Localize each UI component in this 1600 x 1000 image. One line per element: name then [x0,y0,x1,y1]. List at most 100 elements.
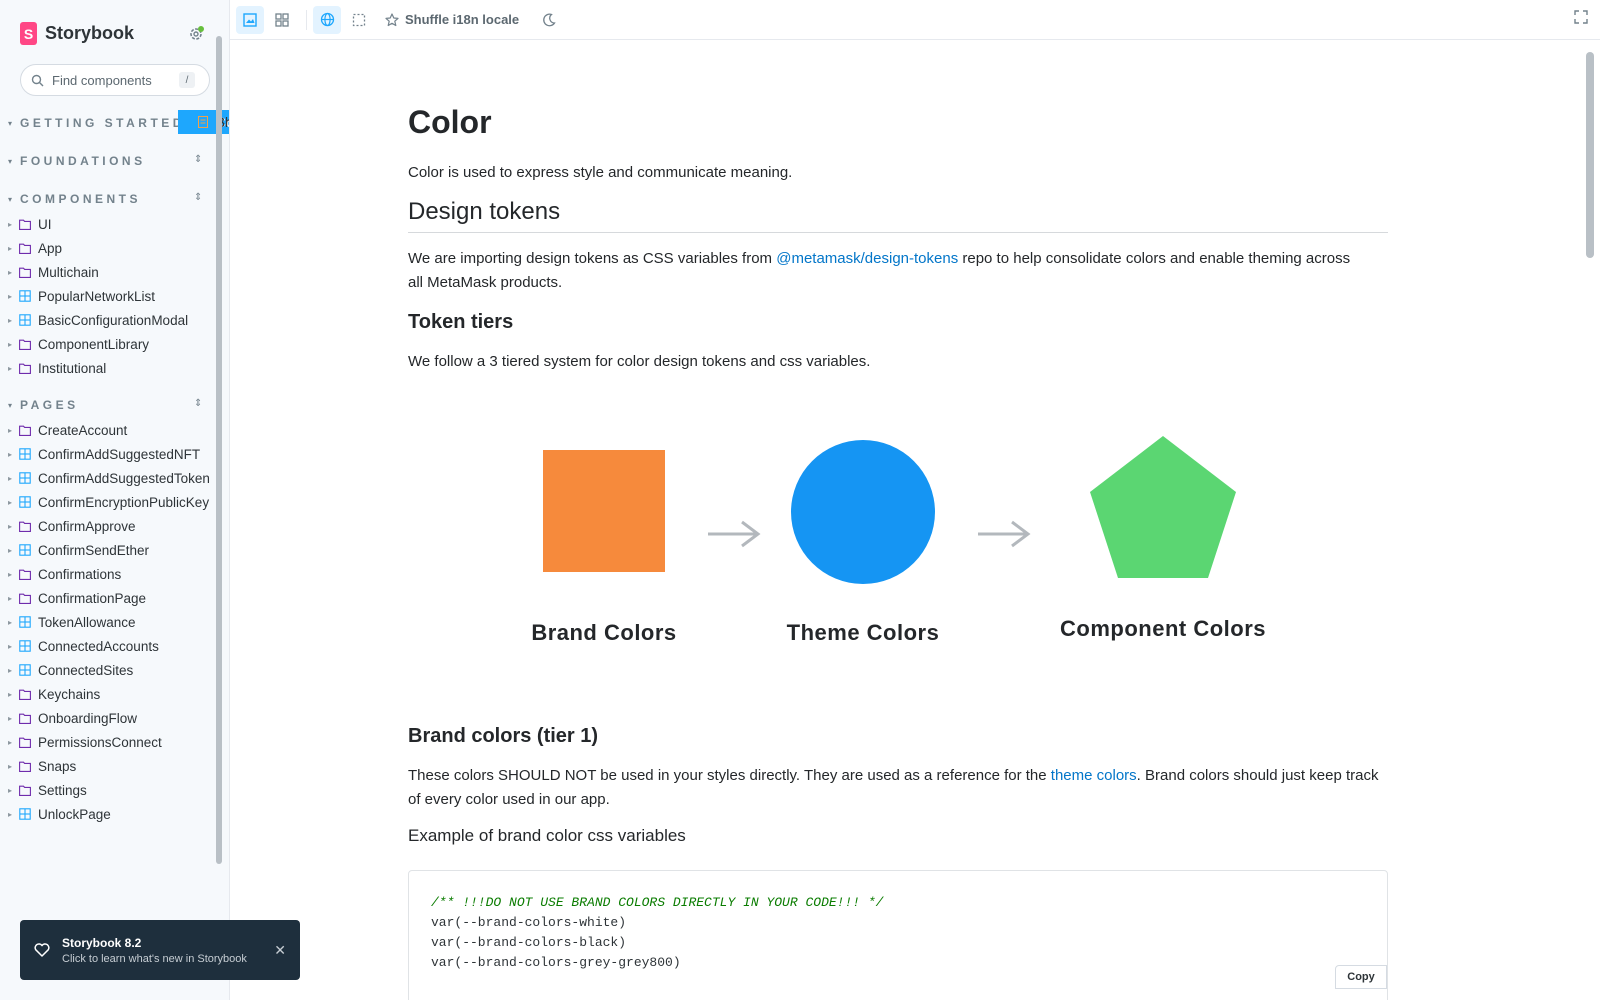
sidebar-item-unlockpage[interactable]: ▸ UnlockPage [0,802,229,826]
chevron-right-icon[interactable]: ▸ [8,690,18,699]
component-icon [18,663,32,677]
brand-colors-paragraph: These colors SHOULD NOT be used in your … [408,764,1388,812]
code-line: var(--brand-colors-grey-grey800) [431,955,681,970]
chevron-right-icon[interactable]: ▸ [8,220,18,229]
folder-icon [18,759,32,773]
chevron-right-icon[interactable]: ▸ [8,618,18,627]
component-icon [18,471,32,485]
document-icon [196,115,210,129]
chevron-right-icon[interactable]: ▸ [8,522,18,531]
grid-view-button[interactable] [268,6,296,34]
chevron-right-icon[interactable]: ▸ [8,594,18,603]
sidebar-item-label: CreateAccount [38,422,128,438]
sidebar-item-multichain[interactable]: ▸ Multichain [0,260,229,284]
chevron-right-icon[interactable]: ▸ [8,762,18,771]
outline-button[interactable] [345,6,373,34]
design-tokens-link[interactable]: @metamask/design-tokens [776,250,958,267]
image-view-button[interactable] [236,5,264,34]
expand-collapse-icon[interactable]: ⇕ [194,154,202,165]
sidebar-item-connectedsites[interactable]: ▸ ConnectedSites [0,658,229,682]
chevron-right-icon[interactable]: ▸ [8,714,18,723]
sidebar-item-label: ConfirmEncryptionPublicKey [38,494,210,510]
sidebar-item-confirmaddsuggestedtoken[interactable]: ▸ ConfirmAddSuggestedToken [0,466,229,490]
chevron-right-icon[interactable]: ▸ [8,268,18,277]
chevron-right-icon[interactable]: ▸ [8,292,18,301]
sidebar-item-confirmapprove[interactable]: ▸ ConfirmApprove [0,514,229,538]
chevron-right-icon[interactable]: ▸ [8,316,18,325]
chevron-right-icon[interactable]: ▸ [8,738,18,747]
theme-colors-link[interactable]: theme colors [1051,767,1137,784]
search-box[interactable]: / [20,64,210,96]
chevron-right-icon[interactable]: ▸ [8,474,18,483]
sidebar-item-basicconfigurationmodal[interactable]: ▸ BasicConfigurationModal [0,308,229,332]
chevron-right-icon[interactable]: ▸ [8,786,18,795]
sidebar-item-settings[interactable]: ▸ Settings [0,778,229,802]
expand-collapse-icon[interactable]: ⇕ [194,398,202,409]
toast-subtitle: Click to learn what's new in Storybook [62,952,247,965]
sidebar-scrollbar[interactable] [216,36,222,864]
sidebar-item-confirmsendether[interactable]: ▸ ConfirmSendEther [0,538,229,562]
sidebar-item-label: UI [38,216,52,232]
sidebar-item-onboardingflow[interactable]: ▸ OnboardingFlow [0,706,229,730]
sidebar-item-ui[interactable]: ▸ UI [0,212,229,236]
sidebar-item-label: Snaps [38,758,77,774]
chevron-down-icon: ▾ [8,194,13,204]
chevron-right-icon[interactable]: ▸ [8,498,18,507]
sidebar-item-app[interactable]: ▸ App [0,236,229,260]
sidebar-item-label: UnlockPage [38,806,111,822]
sidebar-item-componentlibrary[interactable]: ▸ ComponentLibrary [0,332,229,356]
chevron-right-icon[interactable]: ▸ [8,666,18,675]
sidebar-item-breakpoints[interactable]: Breakpoints [178,110,229,134]
chevron-right-icon[interactable]: ▸ [8,546,18,555]
sidebar-item-keychains[interactable]: ▸ Keychains [0,682,229,706]
folder-icon [18,423,32,437]
component-icon [18,495,32,509]
chevron-down-icon: ▾ [8,118,13,128]
token-tiers-diagram: Brand Colors Theme Colors Component Colo… [408,420,1388,650]
sidebar-item-popularnetworklist[interactable]: ▸ PopularNetworkList [0,284,229,308]
sidebar-item-tokenallowance[interactable]: ▸ TokenAllowance [0,610,229,634]
toast-title: Storybook 8.2 [62,935,142,950]
section-components[interactable]: ▾ COMPONENTS ⇕ [0,186,229,212]
locale-button[interactable] [313,5,341,34]
chevron-right-icon[interactable]: ▸ [8,450,18,459]
chevron-right-icon[interactable]: ▸ [8,570,18,579]
theme-toggle-button[interactable] [535,6,563,34]
fullscreen-button[interactable] [1574,10,1588,29]
shuffle-locale-button[interactable]: Shuffle i18n locale [405,12,519,27]
sidebar-item-label: ConfirmSendEther [38,542,150,558]
sidebar-item-permissionsconnect[interactable]: ▸ PermissionsConnect [0,730,229,754]
tiers-shapes [543,436,1236,584]
section-pages[interactable]: ▾ PAGES ⇕ [0,392,229,418]
docs-content: Color Color is used to express style and… [230,40,1600,1000]
sidebar-item-label: OnboardingFlow [38,710,138,726]
search-icon [31,74,44,86]
expand-collapse-icon[interactable]: ⇕ [194,192,202,203]
sidebar-item-confirmations[interactable]: ▸ Confirmations [0,562,229,586]
chevron-right-icon[interactable]: ▸ [8,642,18,651]
sidebar-item-createaccount[interactable]: ▸ CreateAccount [0,418,229,442]
sidebar-item-connectedaccounts[interactable]: ▸ ConnectedAccounts [0,634,229,658]
example-heading: Example of brand color css variables [408,826,686,845]
section-title: GETTING STARTED [20,116,185,130]
text: We are importing design tokens as CSS va… [408,250,777,267]
chevron-right-icon[interactable]: ▸ [8,244,18,253]
folder-icon [18,687,32,701]
token-tiers-heading: Token tiers [408,311,514,333]
sidebar-item-institutional[interactable]: ▸ Institutional [0,356,229,380]
section-foundations[interactable]: ▾ FOUNDATIONS ⇕ [0,148,229,174]
sidebar-item-snaps[interactable]: ▸ Snaps [0,754,229,778]
search-input[interactable] [52,72,172,88]
sidebar-item-confirmaddsuggestednft[interactable]: ▸ ConfirmAddSuggestedNFT [0,442,229,466]
chevron-right-icon[interactable]: ▸ [8,340,18,349]
sidebar-item-confirmencryptionpublickey[interactable]: ▸ ConfirmEncryptionPublicKey [0,490,229,514]
storybook-logo[interactable]: S Storybook [20,22,134,45]
chevron-right-icon[interactable]: ▸ [8,810,18,819]
folder-icon [18,241,32,255]
sidebar-item-confirmationpage[interactable]: ▸ ConfirmationPage [0,586,229,610]
chevron-right-icon[interactable]: ▸ [8,364,18,373]
content-scrollbar[interactable] [1586,52,1594,258]
folder-icon [18,519,32,533]
copy-button[interactable]: Copy [1335,965,1387,989]
chevron-right-icon[interactable]: ▸ [8,426,18,435]
